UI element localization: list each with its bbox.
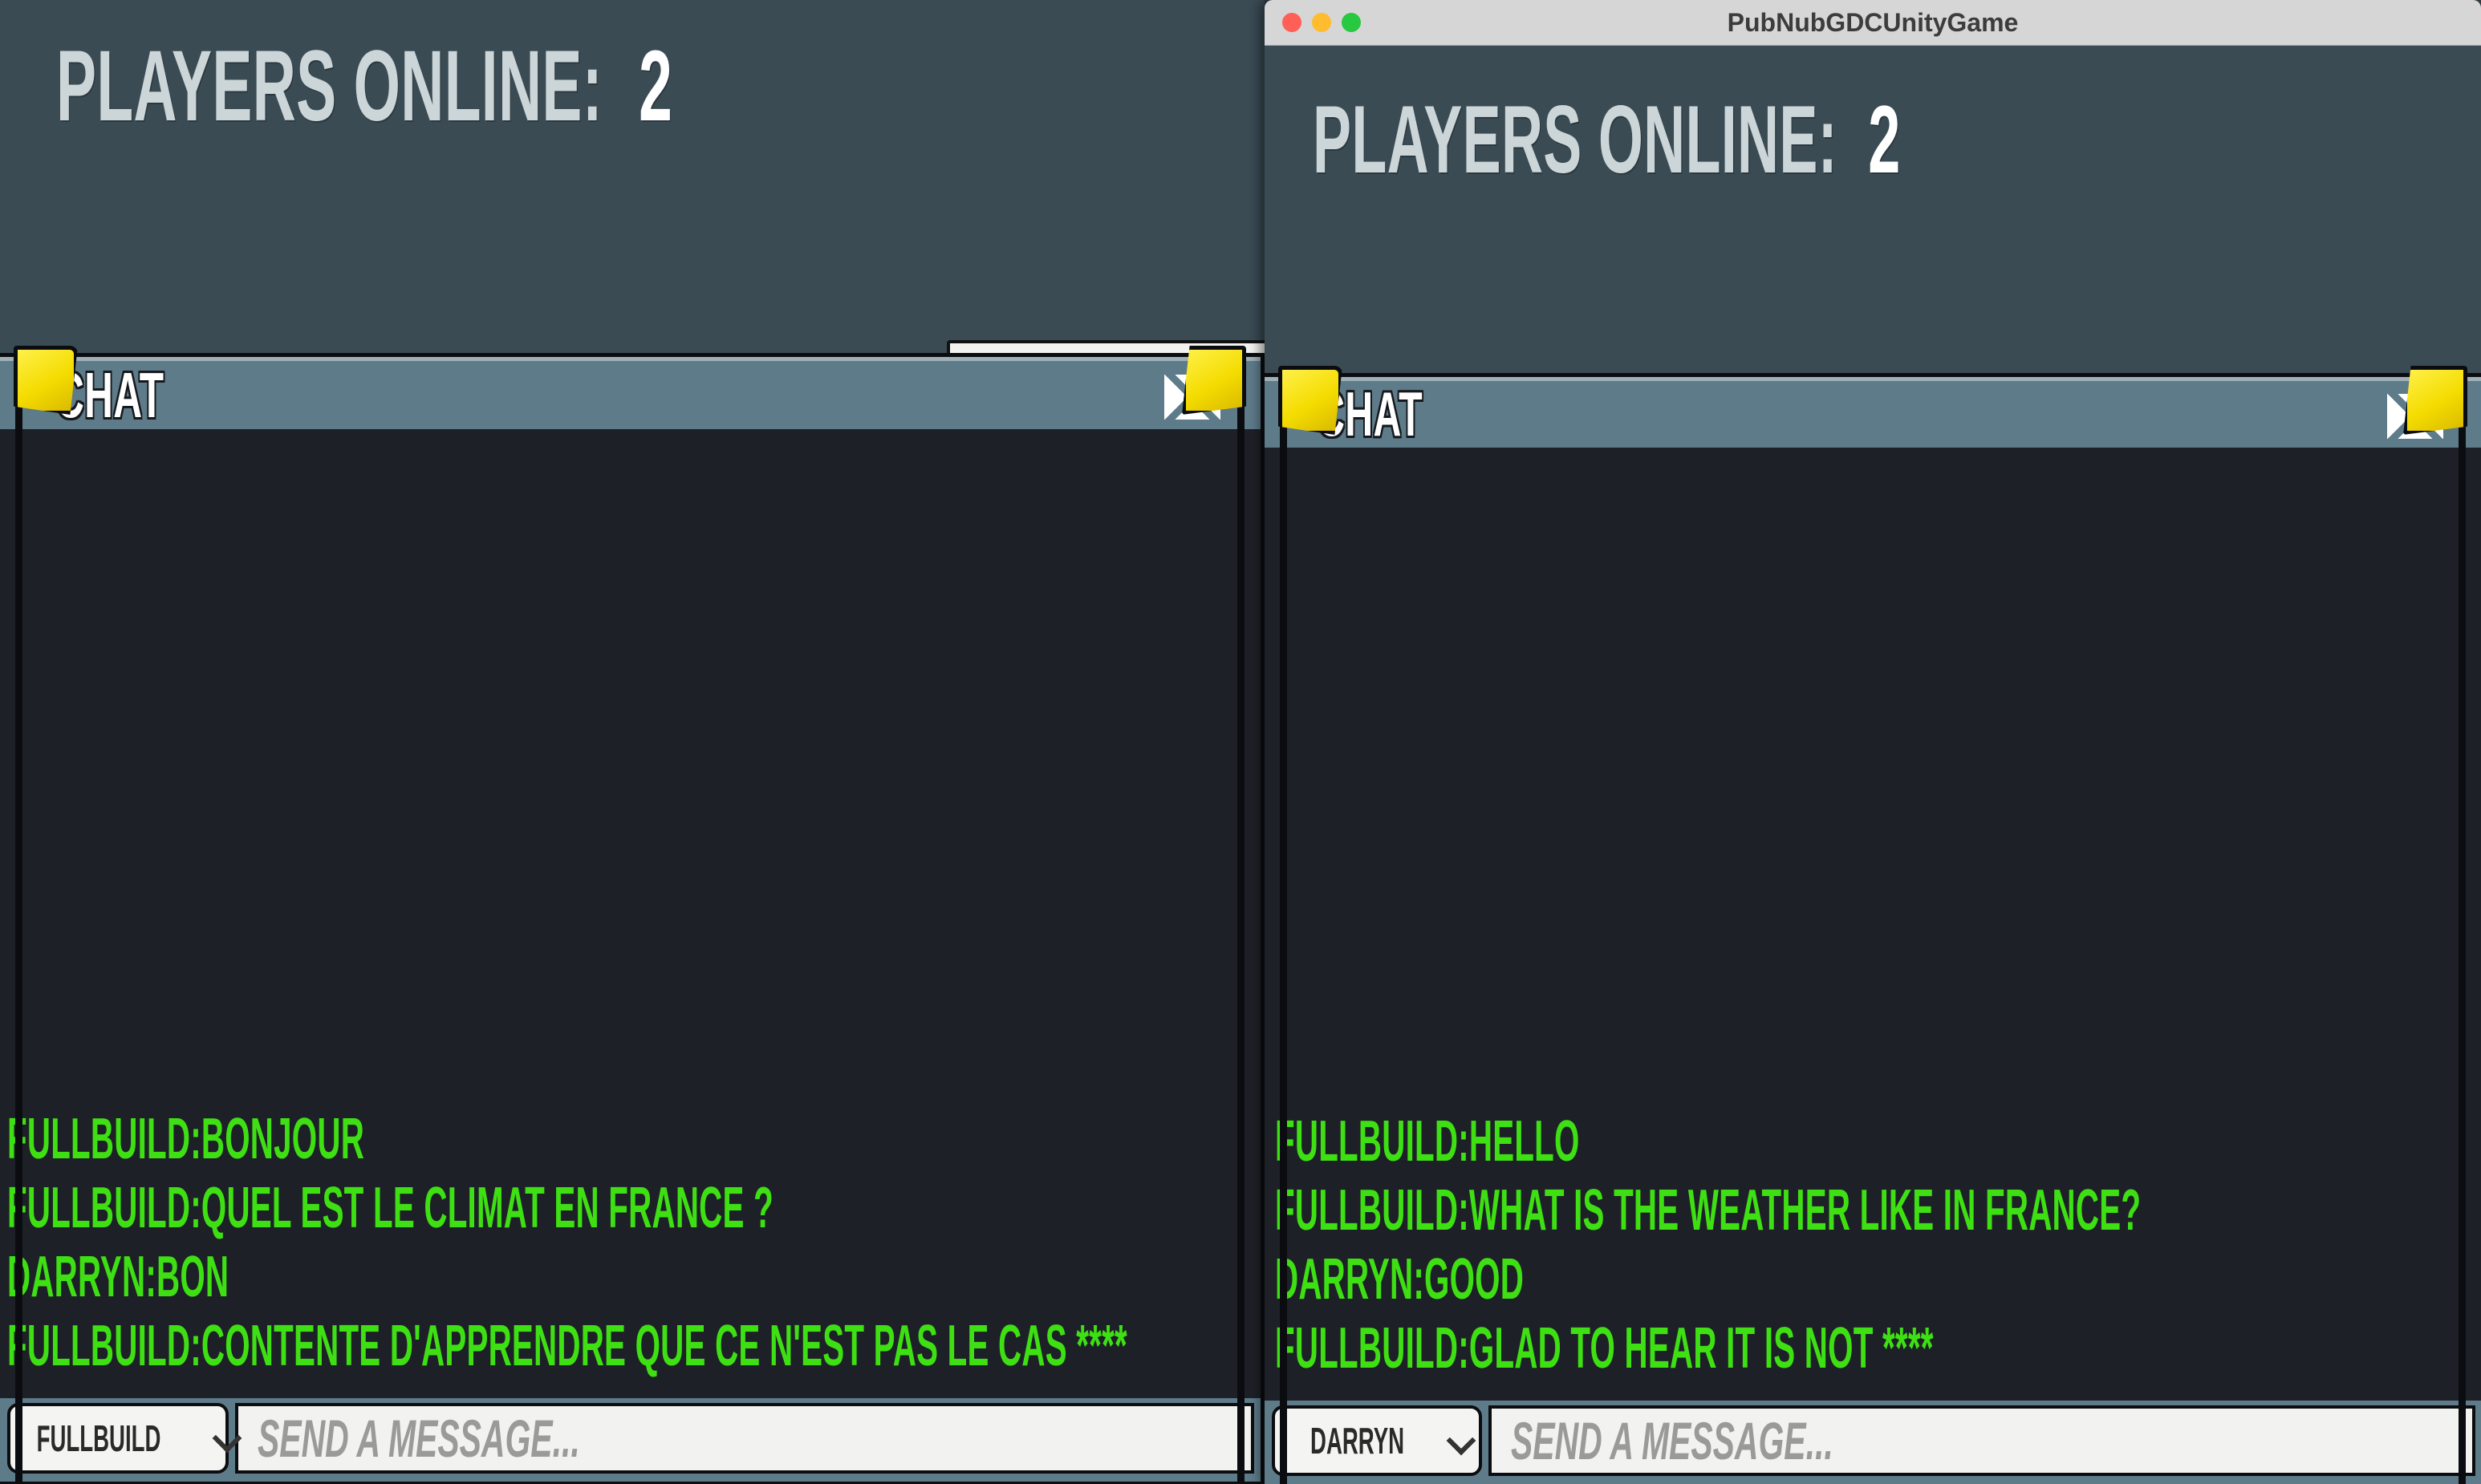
left-chat-message-list: FULLBUILD:BONJOUR FULLBUILD:QUEL EST LE … xyxy=(0,1105,1261,1398)
right-os-window-title: PubNubGDCUnityGame xyxy=(1727,7,2019,37)
right-os-titlebar[interactable]: PubNubGDCUnityGame xyxy=(1265,0,2481,46)
right-user-dropdown-label: DARRYN xyxy=(1310,1420,1405,1462)
right-chat-close-button[interactable] xyxy=(2387,394,2443,439)
left-players-online-label: PLAYERS ONLINE: xyxy=(56,30,603,142)
left-chat-message: DARRYN:BON xyxy=(7,1245,229,1309)
left-chat-footer: FULLBUILD SEND A MESSAGE... xyxy=(0,1398,1261,1482)
left-chat-close-button[interactable] xyxy=(1164,375,1220,420)
right-chat-window: CHAT FULLBUILD:HELLO FULLBUILD:WHAT IS T… xyxy=(1265,366,2481,1484)
right-chat-header: CHAT xyxy=(1265,377,2481,449)
left-chat-message: FULLBUILD:CONTENTE D'APPRENDRE QUE CE N'… xyxy=(7,1314,1127,1378)
left-message-input[interactable]: SEND A MESSAGE... xyxy=(235,1403,1254,1474)
left-chat-window: CHAT FULLBUILD:BONJOUR FULLBUILD:QUEL ES… xyxy=(0,346,1265,1484)
right-players-online-count: 2 xyxy=(1868,86,1901,193)
left-chat-body: FULLBUILD:BONJOUR FULLBUILD:QUEL EST LE … xyxy=(0,429,1261,1398)
right-os-window: PubNubGDCUnityGame PLAYERS ONLINE: 2 CHA… xyxy=(1265,0,2481,1484)
right-chat-footer: DARRYN SEND A MESSAGE... xyxy=(1265,1401,2481,1484)
left-chat-title: CHAT xyxy=(55,359,164,431)
right-players-online-hud: PLAYERS ONLINE: 2 xyxy=(1313,84,1901,195)
right-chat-message: FULLBUILD:GLAD TO HEAR IT IS NOT **** xyxy=(1275,1316,1934,1381)
chevron-down-icon xyxy=(213,1425,241,1452)
left-chat-header: CHAT xyxy=(0,357,1261,431)
left-user-dropdown-label: FULLBUILD xyxy=(36,1417,161,1459)
left-message-input-placeholder: SEND A MESSAGE... xyxy=(258,1409,580,1468)
right-chat-message: FULLBUILD:HELLO xyxy=(1275,1109,1580,1174)
right-message-input[interactable]: SEND A MESSAGE... xyxy=(1488,1405,2475,1476)
left-players-online-count: 2 xyxy=(639,30,673,142)
right-chat-body: FULLBUILD:HELLO FULLBUILD:WHAT IS THE WE… xyxy=(1265,448,2481,1401)
screenshot-root: PLAYERS ONLINE: 2 N Z CHAT xyxy=(0,0,2481,1484)
right-chat-message-list: FULLBUILD:HELLO FULLBUILD:WHAT IS THE WE… xyxy=(1265,1107,2481,1401)
left-chat-message: FULLBUILD:QUEL EST LE CLIMAT EN FRANCE ? xyxy=(7,1176,774,1240)
left-chat-message: FULLBUILD:BONJOUR xyxy=(7,1107,365,1171)
right-user-dropdown[interactable]: DARRYN xyxy=(1272,1405,1482,1476)
right-chat-message: FULLBUILD:WHAT IS THE WEATHER LIKE IN FR… xyxy=(1275,1178,2142,1243)
right-chat-title: CHAT xyxy=(1317,379,1423,449)
right-players-online-label: PLAYERS ONLINE: xyxy=(1313,86,1837,193)
left-game-client: PLAYERS ONLINE: 2 N Z CHAT xyxy=(0,0,1265,1484)
right-game-client: PLAYERS ONLINE: 2 CHAT FULLBUILD:HELLO F… xyxy=(1265,46,2481,1484)
chevron-down-icon xyxy=(1448,1427,1475,1454)
right-message-input-placeholder: SEND A MESSAGE... xyxy=(1511,1411,1833,1470)
left-players-online-hud: PLAYERS ONLINE: 2 xyxy=(56,29,672,144)
right-chat-message: DARRYN:GOOD xyxy=(1275,1247,1525,1312)
left-user-dropdown[interactable]: FULLBUILD xyxy=(7,1403,229,1474)
